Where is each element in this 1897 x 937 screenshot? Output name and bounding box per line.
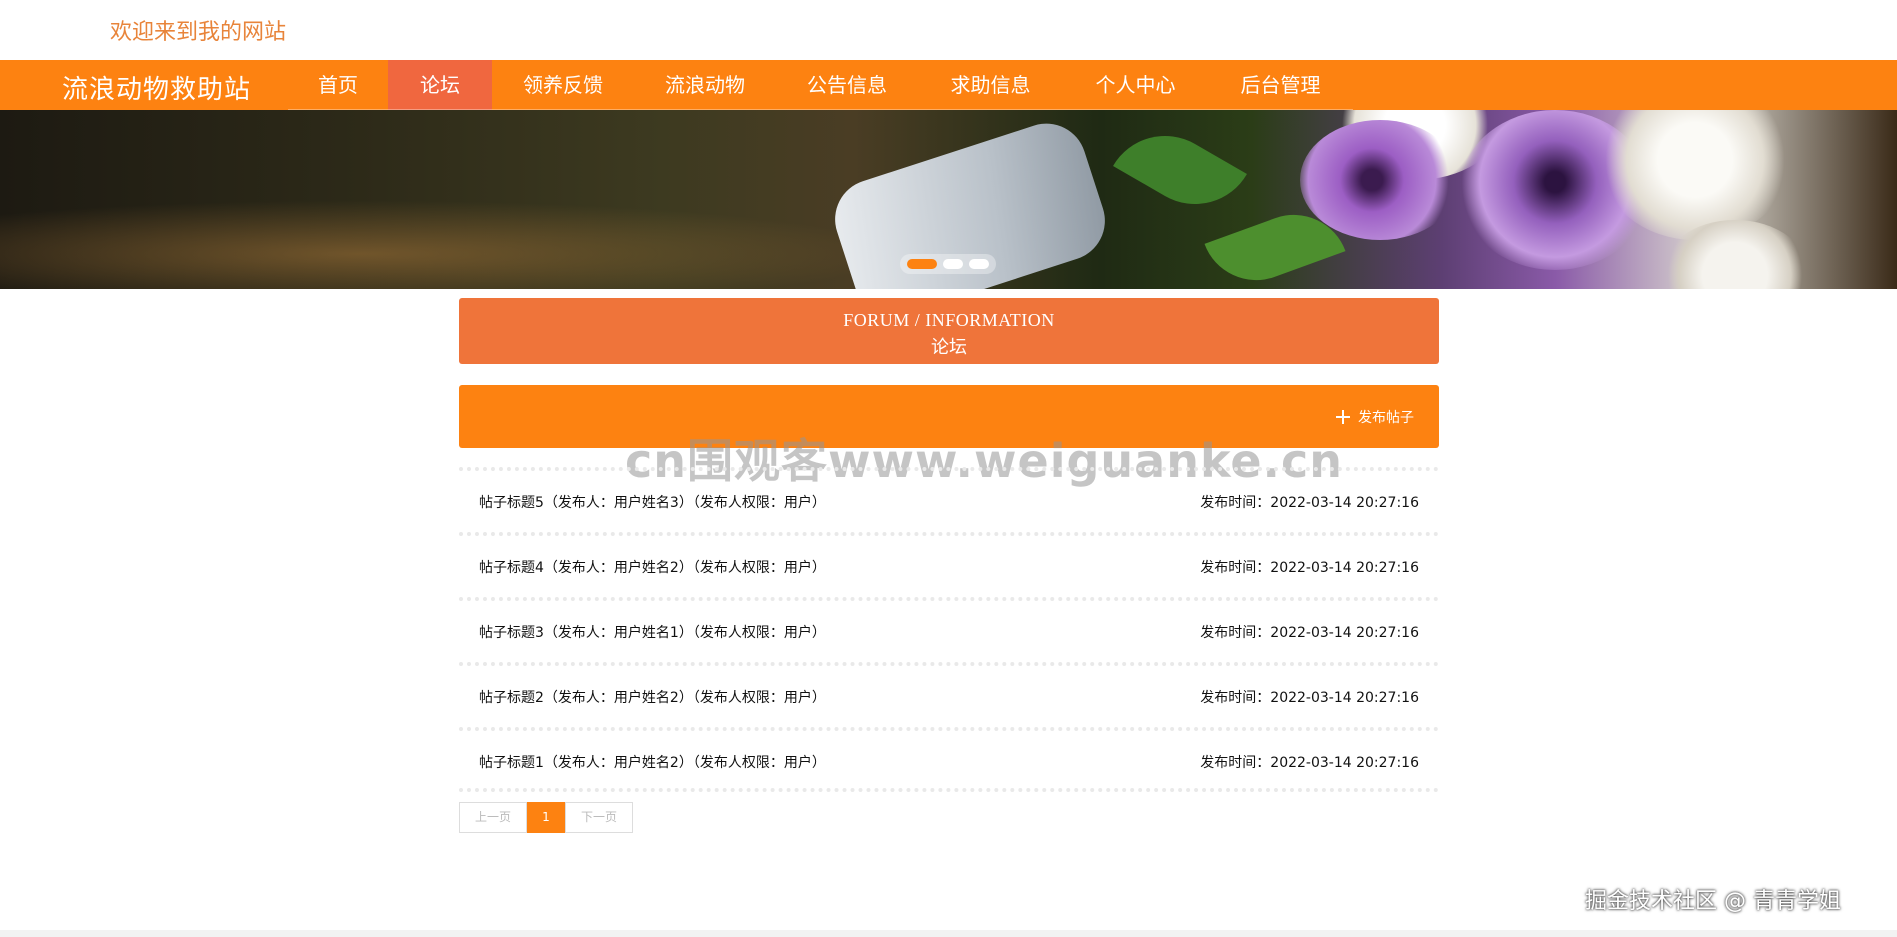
post-row[interactable]: 帖子标题1（发布人：用户姓名2）（发布人权限：用户） 发布时间：2022-03-… <box>459 727 1439 792</box>
carousel-dot-3[interactable] <box>969 259 989 269</box>
site-brand[interactable]: 流浪动物救助站 <box>62 69 251 106</box>
post-time: 发布时间：2022-03-14 20:27:16 <box>1200 625 1419 641</box>
welcome-text: 欢迎来到我的网站 <box>110 20 287 45</box>
pagination: 上一页 1 下一页 <box>459 802 633 833</box>
post-time: 发布时间：2022-03-14 20:27:16 <box>1200 560 1419 576</box>
top-bar: 欢迎来到我的网站 <box>0 0 1897 60</box>
nav-item-home[interactable]: 首页 <box>288 60 388 110</box>
post-time: 发布时间：2022-03-14 20:27:16 <box>1200 495 1419 511</box>
section-title-cn: 论坛 <box>931 337 967 357</box>
post-row[interactable]: 帖子标题4（发布人：用户姓名2）（发布人权限：用户） 发布时间：2022-03-… <box>459 532 1439 597</box>
post-title[interactable]: 帖子标题1（发布人：用户姓名2）（发布人权限：用户） <box>479 752 826 772</box>
carousel-dot-2[interactable] <box>943 259 963 269</box>
carousel-indicators <box>900 254 996 274</box>
page-number-button[interactable]: 1 <box>527 802 565 833</box>
post-title[interactable]: 帖子标题5（发布人：用户姓名3）（发布人权限：用户） <box>479 492 826 512</box>
plus-icon <box>1336 410 1350 424</box>
nav-item-help-requests[interactable]: 求助信息 <box>918 60 1063 110</box>
post-row[interactable]: 帖子标题5（发布人：用户姓名3）（发布人权限：用户） 发布时间：2022-03-… <box>459 467 1439 532</box>
section-title-en: FORUM / INFORMATION <box>843 310 1055 330</box>
post-title[interactable]: 帖子标题3（发布人：用户姓名1）（发布人权限：用户） <box>479 622 826 642</box>
bottom-strip <box>0 930 1897 937</box>
banner-grass-blur <box>0 200 900 289</box>
post-title[interactable]: 帖子标题4（发布人：用户姓名2）（发布人权限：用户） <box>479 557 826 577</box>
nav-item-announcements[interactable]: 公告信息 <box>776 60 918 110</box>
post-time: 发布时间：2022-03-14 20:27:16 <box>1200 755 1419 771</box>
nav-menu: 首页 论坛 领养反馈 流浪动物 公告信息 求助信息 个人中心 后台管理 <box>288 60 1353 110</box>
section-header: FORUM / INFORMATION 论坛 <box>459 298 1439 364</box>
banner-purple-flower <box>1300 120 1460 240</box>
next-page-button[interactable]: 下一页 <box>565 802 633 833</box>
post-row[interactable]: 帖子标题2（发布人：用户姓名2）（发布人权限：用户） 发布时间：2022-03-… <box>459 662 1439 727</box>
post-time: 发布时间：2022-03-14 20:27:16 <box>1200 690 1419 706</box>
nav-item-stray-animals[interactable]: 流浪动物 <box>634 60 776 110</box>
post-list: 帖子标题5（发布人：用户姓名3）（发布人权限：用户） 发布时间：2022-03-… <box>459 467 1439 792</box>
add-post-label: 发布帖子 <box>1358 410 1414 426</box>
nav-item-admin[interactable]: 后台管理 <box>1208 60 1353 110</box>
post-row[interactable]: 帖子标题3（发布人：用户姓名1）（发布人权限：用户） 发布时间：2022-03-… <box>459 597 1439 662</box>
prev-page-button[interactable]: 上一页 <box>459 802 527 833</box>
add-post-button[interactable]: 发布帖子 <box>1336 406 1414 428</box>
post-title[interactable]: 帖子标题2（发布人：用户姓名2）（发布人权限：用户） <box>479 687 826 707</box>
carousel-dot-1[interactable] <box>907 259 937 269</box>
banner-leaf <box>1113 114 1247 226</box>
nav-item-forum[interactable]: 论坛 <box>388 60 492 110</box>
nav-item-adoption-feedback[interactable]: 领养反馈 <box>492 60 634 110</box>
credit-watermark: 掘金技术社区 @ 青青学姐 <box>1585 889 1841 914</box>
nav-item-personal-center[interactable]: 个人中心 <box>1063 60 1208 110</box>
main-navbar: 流浪动物救助站 首页 论坛 领养反馈 流浪动物 公告信息 求助信息 个人中心 后… <box>0 60 1897 110</box>
